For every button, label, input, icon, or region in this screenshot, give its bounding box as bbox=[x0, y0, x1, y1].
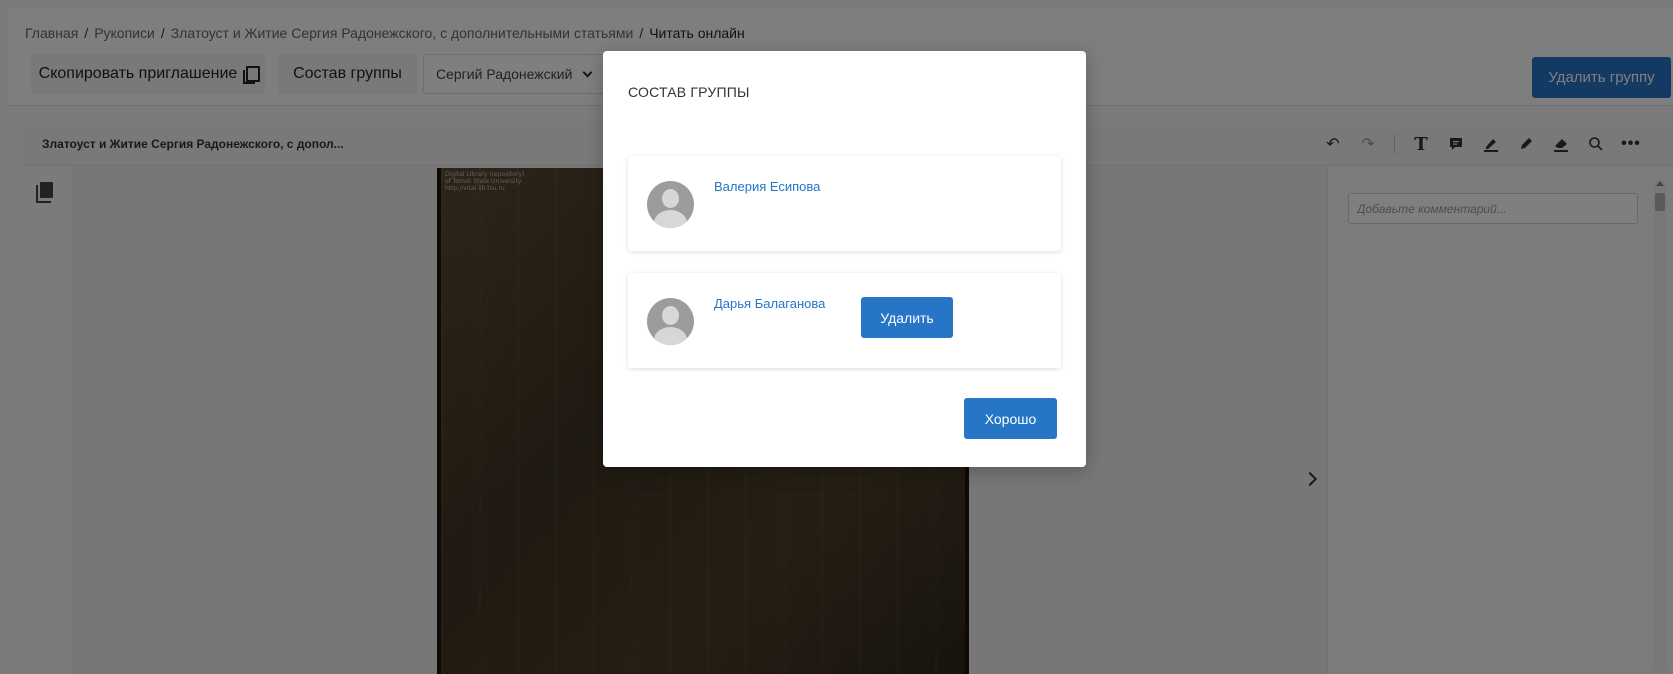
member-card: Дарья Балаганова Удалить bbox=[628, 273, 1061, 368]
member-card: Валерия Есипова bbox=[628, 156, 1061, 251]
ok-label: Хорошо bbox=[984, 410, 1037, 427]
member-name[interactable]: Валерия Есипова bbox=[714, 179, 820, 194]
remove-member-label: Удалить bbox=[880, 309, 934, 326]
avatar-icon bbox=[647, 298, 694, 345]
group-members-modal: СОСТАВ ГРУППЫ Валерия Есипова Дарья Бала… bbox=[603, 51, 1086, 467]
member-name[interactable]: Дарья Балаганова bbox=[714, 296, 825, 311]
avatar-icon bbox=[647, 181, 694, 228]
modal-title: СОСТАВ ГРУППЫ bbox=[628, 84, 750, 100]
remove-member-button[interactable]: Удалить bbox=[861, 297, 953, 338]
ok-button[interactable]: Хорошо bbox=[964, 398, 1057, 439]
